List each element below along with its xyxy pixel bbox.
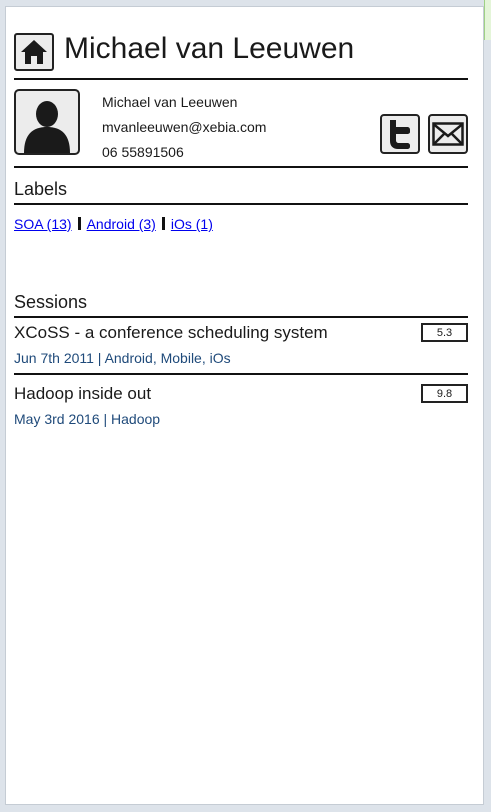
speaker-page: Michael van Leeuwen Michael van Leeuwen … [5, 6, 484, 805]
session-meta: May 3rd 2016 | Hadoop [14, 411, 161, 427]
user-silhouette-icon [24, 101, 70, 153]
twitter-icon [390, 120, 410, 149]
speaker-profile: Michael van Leeuwen mvanleeuwen@xebia.co… [14, 80, 468, 168]
window-edge-tab [484, 0, 491, 40]
page-title: Michael van Leeuwen [64, 32, 355, 65]
session-title: XCoSS - a conference scheduling system [14, 323, 328, 342]
speaker-phone: 06 55891506 [102, 144, 184, 160]
contact-info: Michael van Leeuwen mvanleeuwen@xebia.co… [102, 90, 266, 165]
labels-heading: Labels [14, 178, 468, 205]
session-item[interactable]: XCoSS - a conference scheduling system 5… [14, 317, 468, 375]
page-header: Michael van Leeuwen [14, 31, 468, 80]
sessions-heading: Sessions [14, 291, 468, 318]
session-score: 5.3 [421, 323, 468, 342]
session-item[interactable]: Hadoop inside out 9.8 May 3rd 2016 | Had… [14, 378, 468, 434]
session-meta: Jun 7th 2011 | Android, Mobile, iOs [14, 350, 231, 366]
label-link-soa[interactable]: SOA (13) [14, 216, 72, 232]
speaker-name: Michael van Leeuwen [102, 94, 238, 110]
session-title: Hadoop inside out [14, 384, 152, 403]
labels-list: SOA (13) Android (3) iOs (1) [14, 216, 213, 232]
label-separator [77, 217, 81, 230]
email-button[interactable] [428, 114, 468, 154]
speaker-email: mvanleeuwen@xebia.com [102, 119, 267, 135]
mail-icon [432, 122, 464, 146]
social-buttons [380, 114, 468, 154]
twitter-button[interactable] [380, 114, 420, 154]
avatar [14, 89, 80, 155]
home-button[interactable] [14, 33, 54, 71]
label-separator [161, 217, 165, 230]
label-link-android[interactable]: Android (3) [87, 216, 156, 232]
label-link-ios[interactable]: iOs (1) [171, 216, 213, 232]
session-score: 9.8 [421, 384, 468, 403]
home-icon [21, 40, 47, 64]
